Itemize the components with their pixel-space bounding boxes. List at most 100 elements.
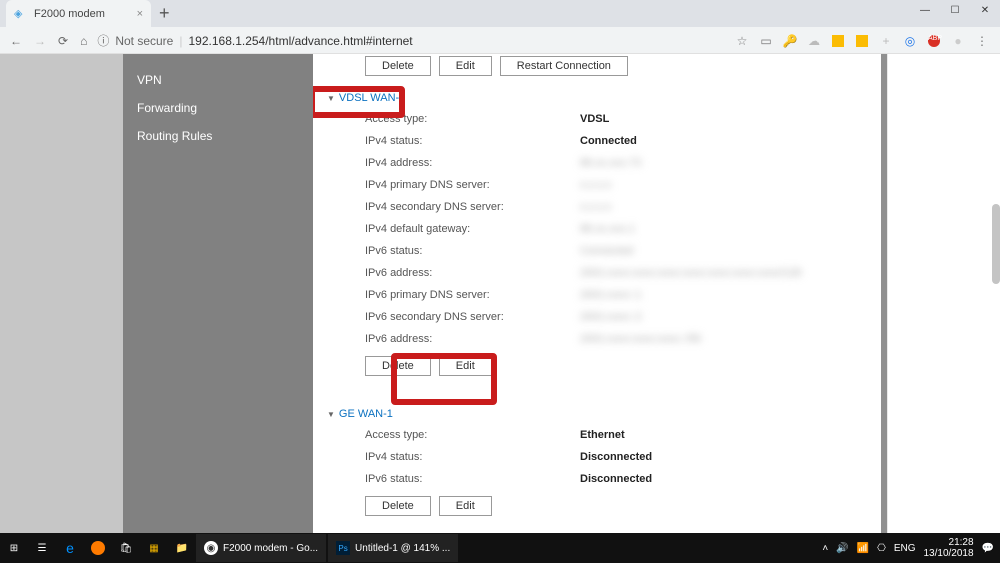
home-button[interactable]: ⌂ bbox=[80, 34, 87, 48]
ge-header-label: GE WAN-1 bbox=[339, 408, 393, 420]
address-bar: ← → ⟳ ⌂ ⓘ Not secure | 192.168.1.254/htm… bbox=[0, 27, 1000, 54]
vdsl-edit-button[interactable]: Edit bbox=[439, 356, 492, 376]
tray-date: 13/10/2018 bbox=[923, 548, 973, 559]
tab-close-icon[interactable]: × bbox=[137, 8, 143, 20]
vdsl-header-label: VDSL WAN-1 bbox=[339, 92, 405, 104]
extension-icon-6[interactable]: ◎ bbox=[902, 33, 918, 49]
top-edit-button[interactable]: Edit bbox=[439, 56, 492, 76]
caret-down-icon: ▼ bbox=[327, 94, 335, 103]
tray-volume-icon[interactable]: 🔊 bbox=[836, 543, 848, 554]
field-value: Ethernet bbox=[580, 429, 625, 441]
tray-notifications-icon[interactable]: 💬 bbox=[982, 543, 994, 554]
window-maximize-button[interactable]: ☐ bbox=[940, 0, 970, 20]
page-margin-right bbox=[887, 54, 1000, 533]
taskbar-ps-label: Untitled-1 @ 141% ... bbox=[355, 543, 450, 554]
sidebar-item-routing[interactable]: Routing Rules bbox=[123, 122, 313, 150]
tray-lang[interactable]: ENG bbox=[894, 543, 916, 554]
window-close-button[interactable]: ✕ bbox=[970, 0, 1000, 20]
sidebar-item-vpn[interactable]: VPN bbox=[123, 66, 313, 94]
extension-icon-1[interactable]: 🔑 bbox=[782, 33, 798, 49]
tab-bar: ◈ F2000 modem × + — ☐ ✕ bbox=[0, 0, 1000, 27]
back-button[interactable]: ← bbox=[10, 34, 22, 48]
tray-dropbox-icon[interactable]: ⎔ bbox=[877, 543, 886, 554]
photoshop-icon: Ps bbox=[336, 541, 350, 555]
browser-chrome: ◈ F2000 modem × + — ☐ ✕ ← → ⟳ ⌂ ⓘ Not se… bbox=[0, 0, 1000, 54]
field-row: IPv6 secondary DNS server:2001:xxxx::2 bbox=[365, 306, 851, 328]
field-label: IPv6 secondary DNS server: bbox=[365, 311, 580, 323]
extension-icon-4[interactable] bbox=[854, 33, 870, 49]
field-value: 2001:xxxx:xxxx:xxxx:xxxx:xxxx:xxxx:xxxx/… bbox=[580, 267, 801, 279]
field-row: IPv4 secondary DNS server:x.x.x.x bbox=[365, 196, 851, 218]
adblock-icon[interactable]: ABP bbox=[926, 33, 942, 49]
ge-edit-button[interactable]: Edit bbox=[439, 496, 492, 516]
start-button[interactable]: ⊞ bbox=[0, 534, 28, 562]
field-row: IPv4 address:86.xx.xxx.73 bbox=[365, 152, 851, 174]
field-label: IPv4 address: bbox=[365, 157, 580, 169]
field-label: IPv4 default gateway: bbox=[365, 223, 580, 235]
extension-icon-2[interactable]: ☁ bbox=[806, 33, 822, 49]
forward-button[interactable]: → bbox=[34, 34, 46, 48]
field-value: 2001:xxxx::1 bbox=[580, 289, 642, 301]
tray-clock[interactable]: 21:28 13/10/2018 bbox=[923, 537, 973, 559]
star-icon[interactable]: ☆ bbox=[734, 33, 750, 49]
content: Delete Edit Restart Connection ▼ VDSL WA… bbox=[313, 54, 881, 533]
new-tab-button[interactable]: + bbox=[151, 3, 178, 24]
url-text[interactable]: 192.168.1.254/html/advance.html#internet bbox=[188, 34, 412, 48]
field-label: IPv6 primary DNS server: bbox=[365, 289, 580, 301]
field-label: IPv4 status: bbox=[365, 451, 580, 463]
extension-icon-3[interactable] bbox=[830, 33, 846, 49]
vdsl-delete-button[interactable]: Delete bbox=[365, 356, 431, 376]
field-value: Disconnected bbox=[580, 473, 652, 485]
top-delete-button[interactable]: Delete bbox=[365, 56, 431, 76]
field-value: x.x.x.x bbox=[580, 201, 611, 213]
field-row: IPv6 status:Connected bbox=[365, 240, 851, 262]
taskbar-app-icon[interactable]: ▦ bbox=[140, 534, 168, 562]
field-label: IPv4 secondary DNS server: bbox=[365, 201, 580, 213]
field-value: 86.xx.xxx.73 bbox=[580, 157, 641, 169]
field-row: IPv6 status:Disconnected bbox=[365, 468, 851, 490]
cast-icon[interactable]: ▭ bbox=[758, 33, 774, 49]
taskbar-chrome-label: F2000 modem - Go... bbox=[223, 543, 318, 554]
field-row: IPv6 primary DNS server:2001:xxxx::1 bbox=[365, 284, 851, 306]
taskbar-chrome-window[interactable]: ◉ F2000 modem - Go... bbox=[196, 534, 326, 562]
sidebar-item-forwarding[interactable]: Forwarding bbox=[123, 94, 313, 122]
task-view-button[interactable]: ☰ bbox=[28, 534, 56, 562]
field-label: IPv6 status: bbox=[365, 245, 580, 257]
page-body: VPN Forwarding Routing Rules Delete Edit… bbox=[0, 54, 1000, 533]
tab-title: F2000 modem bbox=[34, 8, 131, 20]
taskbar-edge-icon[interactable]: e bbox=[56, 534, 84, 562]
sidebar: VPN Forwarding Routing Rules bbox=[123, 54, 313, 533]
taskbar-explorer-icon[interactable]: 📁 bbox=[168, 534, 196, 562]
tray-chevron-icon[interactable]: ˄ bbox=[822, 543, 828, 554]
profile-icon[interactable]: ● bbox=[950, 33, 966, 49]
tray-network-icon[interactable]: 📶 bbox=[857, 543, 869, 554]
ge-section-header[interactable]: ▼ GE WAN-1 bbox=[325, 404, 851, 424]
info-icon[interactable]: ⓘ bbox=[97, 32, 109, 49]
field-row: IPv4 status:Connected bbox=[365, 130, 851, 152]
field-row: IPv4 status:Disconnected bbox=[365, 446, 851, 468]
field-label: IPv4 status: bbox=[365, 135, 580, 147]
menu-icon[interactable]: ⋮ bbox=[974, 33, 990, 49]
taskbar-firefox-icon[interactable] bbox=[84, 534, 112, 562]
field-value: 86.xx.xxx.1 bbox=[580, 223, 635, 235]
restart-connection-button[interactable]: Restart Connection bbox=[500, 56, 628, 76]
extension-icon-5[interactable]: + bbox=[878, 33, 894, 49]
field-value: VDSL bbox=[580, 113, 609, 125]
field-label: IPv6 address: bbox=[365, 267, 580, 279]
security-text: Not secure bbox=[115, 34, 173, 48]
field-label: IPv6 address: bbox=[365, 333, 580, 345]
window-minimize-button[interactable]: — bbox=[910, 0, 940, 20]
field-row: Access type:VDSL bbox=[365, 108, 851, 130]
tab-favicon: ◈ bbox=[14, 7, 28, 21]
ge-delete-button[interactable]: Delete bbox=[365, 496, 431, 516]
field-value: x.x.x.x bbox=[580, 179, 611, 191]
taskbar-photoshop-window[interactable]: Ps Untitled-1 @ 141% ... bbox=[328, 534, 458, 562]
browser-tab[interactable]: ◈ F2000 modem × bbox=[6, 0, 151, 27]
reload-button[interactable]: ⟳ bbox=[58, 34, 68, 48]
field-row: IPv4 primary DNS server:x.x.x.x bbox=[365, 174, 851, 196]
field-label: Access type: bbox=[365, 429, 580, 441]
field-label: IPv4 primary DNS server: bbox=[365, 179, 580, 191]
field-label: Access type: bbox=[365, 113, 580, 125]
taskbar-store-icon[interactable]: 🛍 bbox=[112, 534, 140, 562]
vdsl-section-header[interactable]: ▼ VDSL WAN-1 bbox=[325, 88, 851, 108]
